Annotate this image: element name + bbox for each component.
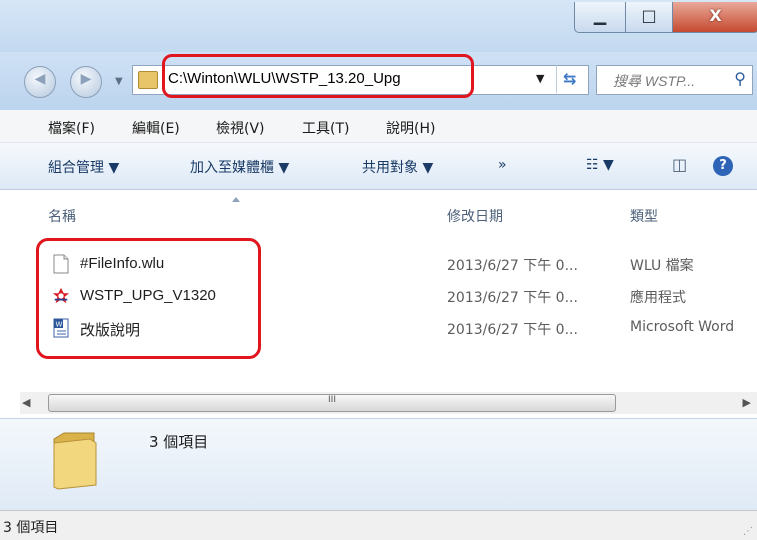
forward-arrow-icon: ▶: [80, 71, 92, 87]
status-bar: 3 個項目 ⋰: [0, 510, 757, 540]
menu-edit[interactable]: 編輯(E): [132, 118, 180, 138]
menu-view[interactable]: 檢視(V): [216, 118, 265, 138]
scroll-right-icon[interactable]: ▶: [743, 396, 751, 409]
organize-button[interactable]: 組合管理 ▼: [48, 157, 119, 177]
close-button[interactable]: X: [672, 2, 757, 33]
file-type: 應用程式: [630, 290, 686, 306]
item-count-detail: 3 個項目: [149, 433, 209, 451]
horizontal-scrollbar[interactable]: ◀ III ▶: [20, 392, 757, 414]
address-dropdown-icon[interactable]: ▼: [536, 72, 544, 85]
back-button[interactable]: ◀: [24, 66, 56, 98]
details-pane: 3 個項目: [0, 418, 757, 511]
address-row: ◀ ▶ ▼ C:\Winton\WLU\WSTP_13.20_Upg ▼ ⇆ 搜…: [0, 52, 757, 110]
file-date: 2013/6/27 下午 0...: [447, 322, 578, 338]
status-item-count: 3 個項目: [3, 520, 59, 536]
refresh-button[interactable]: ⇆: [556, 65, 587, 93]
sort-ascending-icon: [232, 197, 240, 202]
close-icon: X: [709, 6, 722, 25]
preview-pane-icon[interactable]: ◫: [672, 155, 687, 174]
search-placeholder: 搜尋 WSTP...: [613, 73, 696, 89]
menu-file[interactable]: 檔案(F): [48, 118, 95, 138]
help-icon[interactable]: ?: [713, 156, 733, 176]
file-type: WLU 檔案: [630, 258, 694, 274]
search-input[interactable]: 搜尋 WSTP... ⚲: [596, 65, 753, 95]
command-bar: 組合管理 ▼ 加入至媒體櫃 ▼ 共用對象 ▼ » ☷ ▼ ◫ ?: [0, 143, 757, 190]
search-icon[interactable]: ⚲: [734, 69, 746, 88]
files-highlight-annotation: [36, 238, 261, 359]
menu-help[interactable]: 說明(H): [386, 118, 435, 138]
scroll-left-icon[interactable]: ◀: [22, 396, 30, 409]
maximize-icon: □: [641, 6, 657, 25]
file-type: Microsoft Word: [630, 319, 735, 335]
title-bar: ▁ □ X: [0, 0, 757, 52]
column-date-modified[interactable]: 修改日期: [447, 206, 503, 226]
menu-bar: 檔案(F) 編輯(E) 檢視(V) 工具(T) 說明(H): [0, 110, 757, 143]
share-with-button[interactable]: 共用對象 ▼: [362, 157, 433, 177]
more-commands-button[interactable]: »: [498, 157, 507, 173]
recent-pages-dropdown-icon[interactable]: ▼: [115, 76, 123, 87]
file-date: 2013/6/27 下午 0...: [447, 290, 578, 306]
add-to-library-button[interactable]: 加入至媒體櫃 ▼: [190, 157, 289, 177]
scroll-thumb[interactable]: III: [48, 394, 616, 412]
minimize-icon: ▁: [593, 6, 607, 25]
back-arrow-icon: ◀: [34, 71, 46, 87]
folder-icon: [53, 432, 97, 490]
maximize-button[interactable]: □: [625, 2, 673, 33]
resize-grip-icon[interactable]: ⋰: [743, 526, 753, 537]
change-view-button[interactable]: ☷ ▼: [586, 157, 614, 173]
address-highlight-annotation: [162, 54, 474, 98]
file-date: 2013/6/27 下午 0...: [447, 258, 578, 274]
column-type[interactable]: 類型: [630, 206, 658, 226]
explorer-window: ▁ □ X ◀ ▶ ▼ C:\Winton\WLU\WSTP_13.20_Upg…: [0, 0, 757, 540]
scroll-grip: III: [328, 395, 336, 405]
column-name[interactable]: 名稱: [48, 206, 76, 226]
minimize-button[interactable]: ▁: [574, 2, 625, 33]
folder-icon: [138, 71, 158, 89]
column-headers: 名稱 修改日期 類型: [0, 190, 757, 236]
forward-button[interactable]: ▶: [70, 66, 102, 98]
menu-tools[interactable]: 工具(T): [302, 118, 349, 138]
refresh-icon: ⇆: [563, 69, 577, 88]
